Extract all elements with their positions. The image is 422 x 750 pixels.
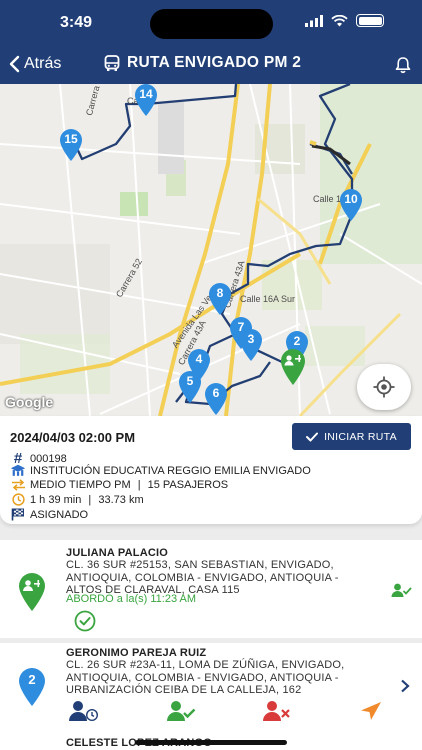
navigation-arrow-icon bbox=[361, 702, 381, 720]
route-distance: 33.73 km bbox=[98, 493, 144, 506]
back-label: Atrás bbox=[24, 55, 62, 72]
passenger-marker bbox=[18, 572, 46, 612]
map-marker[interactable]: 3 bbox=[238, 328, 264, 362]
signal-icon bbox=[305, 14, 323, 27]
clock-icon bbox=[10, 493, 26, 506]
passenger-card[interactable]: 2 GERONIMO PAREJA RUIZ CL. 26 SUR #23A-1… bbox=[0, 643, 422, 736]
chevron-left-icon bbox=[9, 55, 20, 73]
map-marker[interactable]: 10 bbox=[338, 188, 364, 222]
mark-boarded-button[interactable] bbox=[166, 700, 196, 727]
app-header: 3:49 Atrás RUTA ENVIGADO PM 2 bbox=[0, 0, 422, 84]
bus-icon bbox=[104, 54, 120, 71]
page-title: RUTA ENVIGADO PM 2 bbox=[104, 54, 301, 72]
state-row: ASIGNADO bbox=[10, 508, 88, 521]
route-map[interactable]: Carrera 83 Calle Calle 1 Carrera 52 Aven… bbox=[0, 84, 422, 416]
expand-button[interactable] bbox=[400, 679, 410, 698]
route-datetime: 2024/04/03 02:00 PM bbox=[10, 430, 136, 445]
map-marker-label: 10 bbox=[344, 192, 358, 206]
map-marker-label: 2 bbox=[293, 334, 301, 348]
status-time: 3:49 bbox=[60, 14, 93, 31]
navigate-button[interactable] bbox=[360, 701, 382, 726]
passenger-address: CL. 36 SUR #25153, SAN SEBASTIAN, ENVIGA… bbox=[66, 559, 339, 596]
bell-icon bbox=[395, 57, 411, 74]
shift-label: MEDIO TIEMPO PM bbox=[30, 479, 131, 491]
swap-arrows-icon bbox=[10, 479, 26, 491]
check-icon bbox=[306, 432, 319, 441]
map-marker-label: 3 bbox=[247, 332, 255, 346]
my-location-button[interactable] bbox=[357, 364, 411, 410]
street-label: Calle 16A Sur bbox=[240, 294, 296, 304]
school-icon bbox=[10, 464, 26, 477]
passenger-marker-label: 2 bbox=[28, 672, 36, 687]
boarding-status: ABORDÓ a la(s) 11:23 AM bbox=[66, 593, 197, 605]
map-pin-student-icon bbox=[281, 349, 305, 385]
map-marker-label: 8 bbox=[216, 286, 224, 300]
map-marker-label: 6 bbox=[212, 386, 220, 400]
checkered-flag-icon bbox=[10, 508, 26, 521]
separator: | bbox=[85, 493, 95, 506]
student-remove-icon bbox=[263, 701, 290, 721]
map-marker[interactable]: 15 bbox=[58, 128, 84, 162]
battery-icon bbox=[356, 14, 384, 27]
passenger-marker: 2 bbox=[18, 667, 46, 707]
map-marker-label: 15 bbox=[64, 132, 78, 146]
route-code: 000198 bbox=[30, 452, 67, 465]
back-button[interactable]: Atrás bbox=[8, 55, 61, 73]
map-marker[interactable]: 6 bbox=[203, 382, 229, 416]
mark-absent-button[interactable] bbox=[262, 700, 292, 727]
shift-row: MEDIO TIEMPO PM | 15 PASAJEROS bbox=[10, 479, 228, 491]
institution-row: INSTITUCIÓN EDUCATIVA REGGIO EMILIA ENVI… bbox=[10, 464, 311, 477]
passenger-address: CL. 26 SUR #23A-11, LOMA DE ZÚÑIGA, ENVI… bbox=[66, 659, 345, 696]
separator: | bbox=[134, 479, 144, 491]
chevron-right-icon bbox=[401, 679, 410, 693]
institution-name: INSTITUCIÓN EDUCATIVA REGGIO EMILIA ENVI… bbox=[30, 464, 311, 477]
route-info-card: 2024/04/03 02:00 PM INICIAR RUTA # 00019… bbox=[0, 416, 422, 524]
start-route-button[interactable]: INICIAR RUTA bbox=[292, 423, 411, 450]
passenger-card[interactable]: JULIANA PALACIO CL. 36 SUR #25153, SAN S… bbox=[0, 540, 422, 638]
passenger-count: 15 PASAJEROS bbox=[147, 479, 229, 491]
map-marker-label: 4 bbox=[195, 352, 203, 366]
map-marker[interactable]: 14 bbox=[133, 84, 159, 117]
map-marker-label: 14 bbox=[139, 87, 153, 101]
map-marker-label: 5 bbox=[186, 374, 194, 388]
boarded-check-icon bbox=[74, 610, 96, 637]
duration-row: 1 h 39 min | 33.73 km bbox=[10, 493, 144, 506]
street-label: Calle 1 bbox=[313, 194, 342, 204]
route-title: RUTA ENVIGADO PM 2 bbox=[127, 54, 302, 71]
passenger-name: JULIANA PALACIO bbox=[66, 547, 168, 559]
boarded-student-marker[interactable] bbox=[279, 348, 307, 386]
crosshair-icon bbox=[373, 376, 395, 398]
student-check-icon bbox=[391, 583, 412, 603]
google-logo: Google bbox=[5, 394, 54, 410]
map-marker[interactable]: 8 bbox=[207, 282, 233, 316]
route-state: ASIGNADO bbox=[30, 508, 89, 521]
dynamic-island bbox=[150, 9, 273, 39]
passenger-name: GERONIMO PAREJA RUIZ bbox=[66, 647, 207, 659]
map-pin-student-icon bbox=[19, 573, 45, 611]
student-check-icon bbox=[167, 701, 196, 721]
student-clock-button[interactable] bbox=[68, 700, 100, 727]
home-indicator bbox=[135, 740, 287, 745]
start-route-label: INICIAR RUTA bbox=[324, 430, 397, 443]
route-duration: 1 h 39 min bbox=[30, 493, 82, 506]
status-icons bbox=[305, 14, 384, 27]
notifications-button[interactable] bbox=[394, 56, 412, 79]
student-clock-icon bbox=[69, 701, 98, 721]
map-marker[interactable]: 5 bbox=[177, 370, 203, 404]
wifi-icon bbox=[331, 14, 348, 26]
